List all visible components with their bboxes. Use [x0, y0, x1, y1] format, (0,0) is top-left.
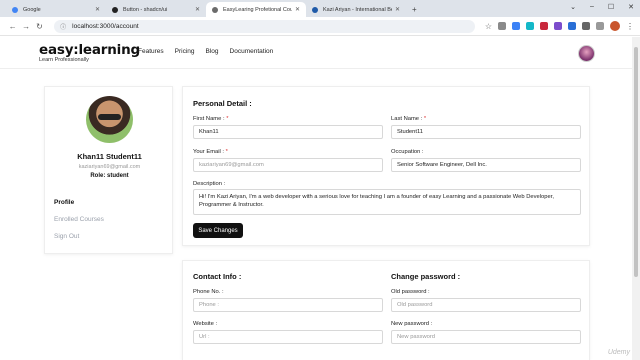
tab-kazi-ariyan[interactable]: Kazi Ariyan - International Best ✕	[306, 2, 406, 17]
chevron-down-icon[interactable]: ⌄	[570, 3, 576, 11]
google-favicon-icon	[12, 6, 18, 13]
tab-title: Google	[23, 6, 41, 13]
udemy-watermark: Udemy	[607, 349, 630, 356]
red-extension-icon[interactable]	[540, 22, 549, 30]
change-password-title: Change password :	[391, 272, 461, 281]
shadcn-favicon-icon	[112, 6, 118, 13]
close-window-icon[interactable]: ✕	[628, 3, 634, 11]
back-icon[interactable]: ←	[6, 22, 19, 31]
last-name-label: Last Name : *	[391, 116, 426, 122]
address-bar-row: ← → ↻ ⓘ localhost:3000/account ☆ ⋮	[0, 17, 640, 36]
profile-card: Khan11 Student11 kaziariyan69@gmail.com …	[44, 86, 173, 254]
site-favicon-icon	[312, 6, 318, 13]
description-label: Description :	[193, 181, 226, 187]
contact-info-title: Contact Info :	[193, 272, 242, 281]
last-name-label-text: Last Name :	[391, 116, 424, 122]
reload-icon[interactable]: ↻	[33, 22, 46, 31]
first-name-label: First Name : *	[193, 116, 228, 122]
nav-documentation[interactable]: Documentation	[230, 48, 274, 55]
close-icon[interactable]: ✕	[295, 6, 300, 13]
first-name-input[interactable]: Khan11	[193, 125, 383, 139]
required-mark: *	[423, 116, 427, 122]
sidebar-item-sign-out[interactable]: Sign Out	[54, 233, 79, 240]
purple-extension-icon[interactable]	[554, 22, 563, 30]
bookmark-star-icon[interactable]: ☆	[485, 22, 492, 31]
user-avatar[interactable]	[578, 45, 595, 62]
site-header: easy:learning Learn Professionally Featu…	[0, 37, 632, 69]
url-field[interactable]: ⓘ localhost:3000/account	[54, 19, 475, 33]
window-controls: ⌄ – ☐ ✕	[570, 3, 634, 11]
email-label-text: Your Email :	[193, 149, 226, 155]
close-icon[interactable]: ✕	[395, 6, 400, 13]
last-name-input[interactable]: Student11	[391, 125, 581, 139]
required-mark: *	[225, 149, 228, 155]
new-tab-icon[interactable]: +	[412, 5, 417, 14]
extensions-area: ☆ ⋮	[485, 21, 634, 31]
description-textarea[interactable]: Hi! I'm Kazi Ariyan, I'm a web developer…	[193, 189, 581, 215]
website-input[interactable]: Url :	[193, 330, 383, 344]
tab-easylearning[interactable]: EasyLearing Profetional Course ✕	[206, 2, 306, 17]
new-password-input[interactable]: New password	[391, 330, 581, 344]
minimize-icon[interactable]: –	[590, 3, 594, 11]
maximize-icon[interactable]: ☐	[608, 3, 614, 11]
url-text: localhost:3000/account	[72, 22, 139, 30]
personal-detail-card: Personal Detail : First Name : * Khan11 …	[182, 86, 590, 246]
tab-title: EasyLearing Profetional Course	[223, 6, 292, 13]
site-info-icon[interactable]: ⓘ	[60, 22, 66, 31]
old-password-input[interactable]: Old password	[391, 298, 581, 312]
profile-role: Role: student	[90, 173, 129, 179]
email-label: Your Email : *	[193, 149, 228, 155]
nav-pricing[interactable]: Pricing	[175, 48, 195, 55]
profile-name: Khan11 Student11	[77, 152, 142, 161]
tab-title: Kazi Ariyan - International Best	[323, 6, 392, 13]
main-nav: Features Pricing Blog Documentation	[138, 48, 273, 55]
old-password-label: Old password :	[391, 289, 430, 295]
new-password-label: New password :	[391, 321, 433, 327]
azure-extension-icon[interactable]	[568, 22, 577, 30]
personal-detail-title: Personal Detail :	[193, 99, 252, 108]
page-scrollbar[interactable]	[632, 37, 640, 360]
sidebar-item-profile[interactable]: Profile	[54, 199, 74, 206]
menu-dots-icon[interactable]: ⋮	[626, 22, 634, 31]
browser-profile-icon[interactable]	[610, 21, 621, 31]
phone-input[interactable]: Phone :	[193, 298, 383, 312]
profile-photo	[86, 96, 133, 143]
contact-password-card: Contact Info : Change password : Phone N…	[182, 260, 590, 360]
globe-favicon-icon	[212, 6, 218, 13]
blue-extension-icon[interactable]	[512, 22, 521, 30]
occupation-input[interactable]: Senior Software Engineer, Dell Inc.	[391, 158, 581, 172]
nav-blog[interactable]: Blog	[206, 48, 219, 55]
tab-google[interactable]: Google ✕	[6, 2, 106, 17]
nav-features[interactable]: Features	[138, 48, 164, 55]
camera-extension-icon[interactable]	[498, 22, 507, 30]
sidebar-item-enrolled-courses[interactable]: Enrolled Courses	[54, 216, 104, 223]
sidebar-icon[interactable]	[596, 22, 605, 30]
website-label: Website :	[193, 321, 218, 327]
tab-title: Button - shadcn/ui	[123, 6, 168, 13]
forward-icon[interactable]: →	[19, 22, 32, 31]
tab-shadcn[interactable]: Button - shadcn/ui ✕	[106, 2, 206, 17]
close-icon[interactable]: ✕	[195, 6, 200, 13]
profile-email: kaziariyan69@gmail.com	[78, 164, 141, 170]
first-name-label-text: First Name :	[193, 116, 227, 122]
scrollbar-thumb[interactable]	[634, 47, 638, 277]
puzzle-extension-icon[interactable]	[582, 22, 591, 30]
required-mark: *	[226, 116, 229, 122]
site-logo[interactable]: easy:learning Learn Professionally	[39, 42, 140, 63]
cyan-extension-icon[interactable]	[526, 22, 535, 30]
browser-tab-bar: Google ✕ Button - shadcn/ui ✕ EasyLearin…	[0, 0, 640, 17]
close-icon[interactable]: ✕	[95, 6, 100, 13]
occupation-label: Occupation :	[391, 149, 424, 155]
phone-label: Phone No. :	[193, 289, 224, 295]
save-changes-button[interactable]: Save Changes	[193, 223, 243, 238]
email-field[interactable]: kaziariyan69@gmail.com	[193, 158, 383, 172]
logo-text: easy:learning	[39, 42, 140, 58]
